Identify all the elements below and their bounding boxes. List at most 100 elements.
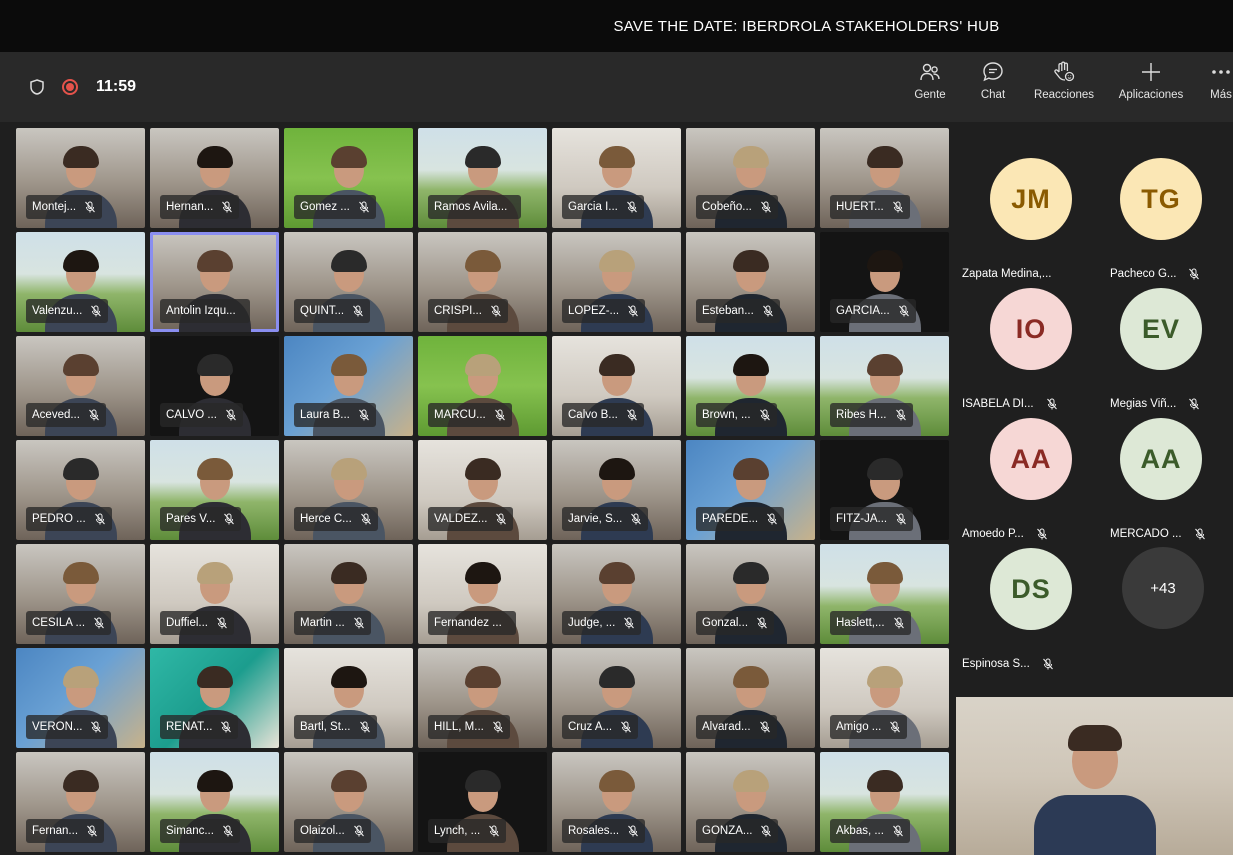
chat-button[interactable]: Chat: [968, 60, 1018, 101]
participant-nametag: VALDEZ...: [428, 507, 514, 531]
participant-tile[interactable]: Rosales...: [552, 752, 681, 852]
participant-tile[interactable]: HUERT...: [820, 128, 949, 228]
participant-tile[interactable]: HILL, M...: [418, 648, 547, 748]
shield-icon[interactable]: [30, 79, 44, 95]
participant-tile[interactable]: Alvarad...: [686, 648, 815, 748]
participant-tile[interactable]: Aceved...: [16, 336, 145, 436]
participant-tile[interactable]: CESILA ...: [16, 544, 145, 644]
participant-tile[interactable]: Fernandez ...: [418, 544, 547, 644]
participant-tile[interactable]: Lynch, ...: [418, 752, 547, 852]
participant-tile[interactable]: Antolin Izqu...: [150, 232, 279, 332]
mic-off-icon: [91, 305, 102, 317]
participant-name: Laura B...: [300, 409, 350, 421]
participant-name: CESILA ...: [32, 617, 86, 629]
participant-tile[interactable]: Fernan...: [16, 752, 145, 852]
mic-off-icon: [94, 513, 105, 525]
more-participants-button[interactable]: +43: [1122, 547, 1204, 629]
mic-off-icon: [226, 409, 236, 421]
participant-tile[interactable]: Ribes H...: [820, 336, 949, 436]
participant-tile[interactable]: Jarvie, S...: [552, 440, 681, 540]
video-grid: Montej... Hernan... Gomez ... Ramos Avila..…: [16, 128, 952, 852]
participant-tile[interactable]: Ramos Avila...: [418, 128, 547, 228]
mic-off-icon: [628, 305, 639, 317]
plus-icon: [1142, 63, 1160, 81]
apps-button[interactable]: Aplicaciones: [1110, 60, 1192, 101]
participant-tile[interactable]: GONZA...: [686, 752, 815, 852]
audio-participant-label: Amoedo P...: [962, 528, 1048, 540]
mic-off-icon: [893, 825, 903, 837]
mic-off-icon: [489, 825, 500, 837]
participant-nametag: HILL, M...: [428, 715, 510, 739]
participant-nametag: Garcia I...: [562, 195, 644, 219]
participant-tile[interactable]: MARCU...: [418, 336, 547, 436]
people-button[interactable]: Gente: [905, 60, 955, 101]
participant-nametag: Laura B...: [294, 403, 376, 427]
participant-tile[interactable]: CRISPI...: [418, 232, 547, 332]
participant-tile[interactable]: VALDEZ...: [418, 440, 547, 540]
more-button[interactable]: Más: [1206, 60, 1233, 101]
mic-off-icon: [1042, 658, 1053, 670]
participant-name: Hernan...: [166, 201, 214, 213]
mic-off-icon: [762, 305, 773, 317]
reactions-button[interactable]: Reacciones: [1031, 60, 1097, 101]
participant-nametag: Antolin Izqu...: [160, 299, 250, 323]
participant-tile[interactable]: Esteban...: [686, 232, 815, 332]
mic-off-icon: [491, 305, 501, 317]
audio-participant[interactable]: EV Megias Viñ...: [1106, 288, 1216, 410]
participant-tile[interactable]: LOPEZ-...: [552, 232, 681, 332]
audio-participant-name: ISABELA DI...: [962, 398, 1034, 410]
mic-off-icon: [91, 721, 102, 733]
participant-tile[interactable]: Calvo B...: [552, 336, 681, 436]
audio-participant[interactable]: AA MERCADO ...: [1106, 418, 1216, 540]
participant-tile[interactable]: Martin ...: [284, 544, 413, 644]
participant-tile[interactable]: Cobeño...: [686, 128, 815, 228]
mic-off-icon: [217, 617, 227, 629]
audio-participant[interactable]: TG Pacheco G...: [1106, 158, 1216, 280]
participant-tile[interactable]: Garcia I...: [552, 128, 681, 228]
participant-nametag: CALVO ...: [160, 403, 243, 427]
participant-tile[interactable]: Cruz A...: [552, 648, 681, 748]
participant-nametag: QUINT...: [294, 299, 371, 323]
participant-nametag: CESILA ...: [26, 611, 112, 635]
participant-tile[interactable]: Duffiel...: [150, 544, 279, 644]
participant-tile[interactable]: Gomez ...: [284, 128, 413, 228]
mic-off-icon: [628, 825, 639, 837]
participant-tile[interactable]: Akbas, ...: [820, 752, 949, 852]
participant-tile[interactable]: Laura B...: [284, 336, 413, 436]
participant-tile[interactable]: CALVO ...: [150, 336, 279, 436]
participant-name: Cruz A...: [568, 721, 613, 733]
participant-tile[interactable]: QUINT...: [284, 232, 413, 332]
participant-tile[interactable]: RENAT...: [150, 648, 279, 748]
participant-name: Alvarad...: [702, 721, 751, 733]
participant-tile[interactable]: Herce C...: [284, 440, 413, 540]
participant-name: Ramos Avila...: [434, 201, 508, 213]
participant-tile[interactable]: VERON...: [16, 648, 145, 748]
audio-participant[interactable]: DS Espinosa S...: [962, 548, 1086, 670]
participant-tile[interactable]: Amigo ...: [820, 648, 949, 748]
participant-tile[interactable]: Montej...: [16, 128, 145, 228]
participant-tile[interactable]: Gonzal...: [686, 544, 815, 644]
audio-participant-name: Espinosa S...: [962, 658, 1030, 670]
participant-name: LOPEZ-...: [568, 305, 620, 317]
participant-tile[interactable]: Valenzu...: [16, 232, 145, 332]
participant-tile[interactable]: Haslett,...: [820, 544, 949, 644]
participant-tile[interactable]: Pares V...: [150, 440, 279, 540]
audio-participant[interactable]: IO ISABELA DI...: [962, 288, 1086, 410]
participant-tile[interactable]: Judge, ...: [552, 544, 681, 644]
participant-nametag: Fernan...: [26, 819, 105, 843]
participant-tile[interactable]: PAREDE...: [686, 440, 815, 540]
participant-tile[interactable]: Olaizol...: [284, 752, 413, 852]
participant-tile[interactable]: Brown, ...: [686, 336, 815, 436]
participant-name: Rosales...: [568, 825, 620, 837]
audio-participant[interactable]: AA Amoedo P...: [962, 418, 1086, 540]
audio-participant[interactable]: JM Zapata Medina,...: [962, 158, 1086, 280]
participant-tile[interactable]: PEDRO ...: [16, 440, 145, 540]
mic-off-icon: [224, 513, 235, 525]
participant-tile[interactable]: Simanc...: [150, 752, 279, 852]
participant-name: FITZ-JA...: [836, 513, 888, 525]
participant-tile[interactable]: FITZ-JA...: [820, 440, 949, 540]
participant-tile[interactable]: GARCIA...: [820, 232, 949, 332]
participant-nametag: LOPEZ-...: [562, 299, 646, 323]
participant-tile[interactable]: Bartl, St...: [284, 648, 413, 748]
participant-tile[interactable]: Hernan...: [150, 128, 279, 228]
